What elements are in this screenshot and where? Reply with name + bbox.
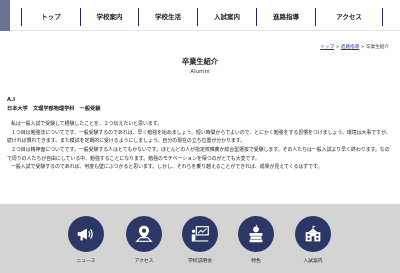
features-label[interactable]: 特色 bbox=[226, 257, 286, 264]
article-paragraph: ２つ目は精神面についてです。一般受験する人はとてもかないです。ほとんどの人が指定… bbox=[7, 146, 390, 162]
nav-item-school-guide[interactable]: 学校案内 bbox=[80, 8, 138, 26]
footer-quick-links: ニュース アクセス 学校説明会 特色 入試案内 bbox=[0, 204, 400, 273]
news-button[interactable] bbox=[68, 216, 104, 252]
access-label[interactable]: アクセス bbox=[114, 257, 174, 264]
admissions-label[interactable]: 入試案内 bbox=[283, 257, 343, 264]
breadcrumb-separator: > bbox=[359, 45, 367, 50]
nav-item-admissions[interactable]: 入試案内 bbox=[197, 8, 256, 26]
info-session-button[interactable] bbox=[182, 216, 218, 252]
page-title: 卒業生紹介 bbox=[182, 57, 218, 66]
books-apple-icon bbox=[249, 224, 263, 243]
nav-item-career[interactable]: 進路指導 bbox=[256, 8, 315, 26]
nav-item-access[interactable]: アクセス bbox=[315, 8, 383, 26]
breadcrumb-home-link[interactable]: トップ bbox=[320, 45, 334, 50]
access-button[interactable] bbox=[126, 216, 162, 252]
top-navigation: トップ 学校案内 学校生活 入試案内 進路指導 アクセス bbox=[0, 0, 400, 31]
article-paragraph: 私は一般入試で受験して経験したことを、２つ伝えたいと思います。 bbox=[11, 121, 162, 128]
breadcrumb-parent-link[interactable]: 進路指導 bbox=[341, 45, 359, 50]
nav-item-label: 入試案内 bbox=[214, 13, 240, 21]
news-label[interactable]: ニュース bbox=[56, 257, 116, 264]
nav-item-label: アクセス bbox=[336, 13, 362, 21]
nav-item-label: 進路指導 bbox=[273, 13, 299, 21]
article-body: A.I 日本大学 文理学部物理学科 一般受験 私は一般入試で受験して経験したこと… bbox=[7, 96, 391, 172]
school-building-icon bbox=[305, 225, 321, 242]
info-session-label[interactable]: 学校説明会 bbox=[170, 257, 230, 264]
nav-item-label: トップ bbox=[41, 13, 61, 21]
nav-item-school-life[interactable]: 学校生活 bbox=[138, 8, 197, 26]
nav-lead-bar bbox=[0, 0, 10, 31]
presentation-icon bbox=[191, 226, 209, 242]
nav-item-top[interactable]: トップ bbox=[21, 8, 80, 26]
breadcrumb: トップ > 進路指導 > 卒業生紹介 bbox=[320, 44, 389, 50]
megaphone-icon bbox=[77, 228, 93, 241]
breadcrumb-current: 卒業生紹介 bbox=[366, 45, 389, 50]
map-pin-icon bbox=[135, 225, 153, 242]
admissions-button[interactable] bbox=[295, 216, 331, 252]
nav-item-label: 学校生活 bbox=[155, 13, 181, 21]
page-subtitle: Alumni bbox=[190, 69, 210, 75]
breadcrumb-separator: > bbox=[334, 45, 341, 50]
article-paragraph: １つ目は勉強法についてです。一般受験するのであれば、早く勉強を始めましょう。短い… bbox=[7, 129, 391, 145]
features-button[interactable] bbox=[238, 216, 274, 252]
alumni-affiliation: 日本大学 文理学部物理学科 一般受験 bbox=[7, 105, 101, 112]
alumni-name: A.I bbox=[7, 97, 16, 103]
article-paragraph: 一般入試で受験するのであれば、何度も壁にぶつかると思います。しかし、それらを乗り… bbox=[11, 164, 323, 171]
nav-item-label: 学校案内 bbox=[96, 13, 123, 21]
